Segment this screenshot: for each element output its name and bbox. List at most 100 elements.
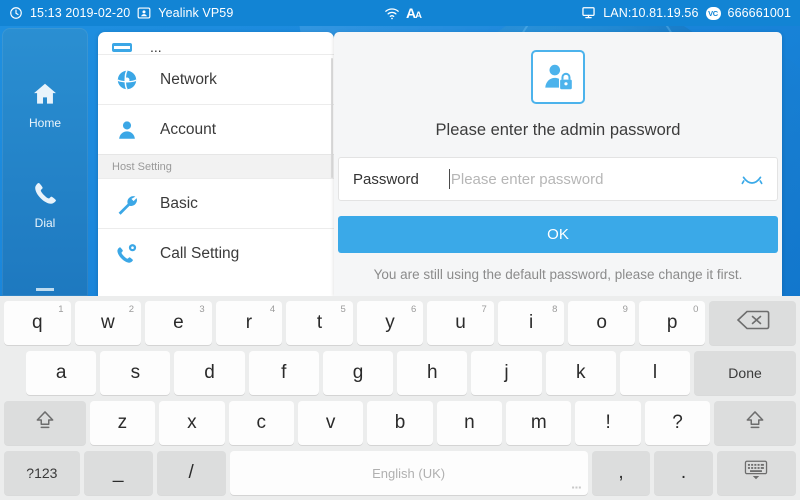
key-s[interactable]: s bbox=[100, 351, 171, 395]
key-label: z bbox=[117, 412, 128, 433]
keyboard-row-4: ?123 _ / English (UK) ▪▪▪ , . bbox=[0, 448, 800, 498]
key-label: v bbox=[325, 412, 336, 433]
menu-item-partial[interactable]: ... bbox=[98, 32, 334, 54]
key-shift-right[interactable] bbox=[714, 401, 796, 445]
sidebar-item-dial[interactable]: Dial bbox=[2, 180, 88, 230]
key-label: o bbox=[596, 312, 607, 333]
key-symbols[interactable]: ?123 bbox=[4, 451, 80, 495]
key-label: y bbox=[385, 312, 395, 333]
key-superscript: 5 bbox=[340, 304, 346, 315]
key-label: q bbox=[31, 312, 43, 333]
clock-icon bbox=[9, 6, 23, 20]
user-lock-icon bbox=[531, 50, 585, 104]
key-b[interactable]: b bbox=[367, 401, 433, 445]
shift-icon bbox=[744, 409, 766, 437]
key-l[interactable]: l bbox=[619, 351, 691, 395]
key-slash[interactable]: / bbox=[156, 451, 226, 495]
lan-address: LAN:10.81.19.56 bbox=[603, 5, 699, 20]
sidebar-item-label: Dial bbox=[34, 216, 56, 230]
key-e[interactable]: e3 bbox=[145, 301, 212, 345]
key-label: _ bbox=[112, 462, 124, 483]
menu-item-label: Call Setting bbox=[160, 244, 240, 262]
password-field-row[interactable]: Password Please enter password bbox=[338, 157, 778, 201]
menu-item-label: Basic bbox=[160, 194, 198, 212]
status-bar: 15:13 2019-02-20 Yealink VP59 AA LAN:10.… bbox=[0, 0, 800, 26]
display-icon bbox=[112, 43, 132, 52]
key-label: n bbox=[464, 412, 475, 433]
text-size-icon[interactable]: AA bbox=[406, 6, 422, 21]
key-label: c bbox=[256, 412, 266, 433]
settings-menu-panel: ... Network Account Host Setting Basic C… bbox=[98, 32, 334, 296]
key-question[interactable]: ? bbox=[644, 401, 711, 445]
status-time: 15:13 2019-02-20 bbox=[30, 5, 131, 20]
text-caret bbox=[448, 169, 450, 189]
key-label: w bbox=[100, 312, 115, 333]
key-z[interactable]: z bbox=[89, 401, 156, 445]
key-backspace[interactable] bbox=[709, 301, 796, 345]
key-label: d bbox=[204, 362, 215, 383]
key-label: a bbox=[55, 362, 67, 383]
key-superscript: 0 bbox=[693, 304, 699, 315]
key-exclamation[interactable]: ! bbox=[575, 401, 641, 445]
phone-gear-icon bbox=[112, 242, 142, 266]
menu-item-account[interactable]: Account bbox=[98, 104, 334, 154]
menu-scrollbar[interactable] bbox=[331, 58, 333, 178]
home-icon bbox=[30, 80, 60, 111]
key-comma[interactable]: , bbox=[591, 451, 651, 495]
key-a[interactable]: a bbox=[26, 351, 97, 395]
password-input[interactable]: Please enter password bbox=[448, 169, 763, 189]
key-r[interactable]: r4 bbox=[215, 301, 283, 345]
key-underscore[interactable]: _ bbox=[83, 451, 153, 495]
key-label: h bbox=[427, 362, 438, 383]
key-h[interactable]: h bbox=[397, 351, 468, 395]
wifi-icon[interactable] bbox=[384, 7, 400, 20]
password-placeholder: Please enter password bbox=[450, 170, 604, 188]
vc-badge: VC bbox=[705, 6, 721, 20]
key-i[interactable]: i8 bbox=[497, 301, 565, 345]
left-sidebar: Home Dial bbox=[2, 28, 88, 296]
key-x[interactable]: x bbox=[159, 401, 225, 445]
key-u[interactable]: u7 bbox=[427, 301, 494, 345]
key-label: . bbox=[680, 462, 687, 483]
key-label: / bbox=[188, 462, 194, 483]
device-name: Yealink VP59 bbox=[158, 5, 234, 20]
key-c[interactable]: c bbox=[228, 401, 294, 445]
contact-card-icon[interactable] bbox=[137, 6, 151, 20]
key-done[interactable]: Done bbox=[694, 351, 796, 395]
key-w[interactable]: w2 bbox=[74, 301, 142, 345]
dialog-title: Please enter the admin password bbox=[435, 121, 681, 139]
key-g[interactable]: g bbox=[322, 351, 394, 395]
key-m[interactable]: m bbox=[506, 401, 572, 445]
key-superscript: 1 bbox=[58, 304, 64, 315]
key-d[interactable]: d bbox=[174, 351, 245, 395]
key-space[interactable]: English (UK) ▪▪▪ bbox=[229, 451, 588, 495]
key-p[interactable]: p0 bbox=[638, 301, 706, 345]
key-y[interactable]: y6 bbox=[356, 301, 424, 345]
key-t[interactable]: t5 bbox=[286, 301, 353, 345]
sidebar-item-home[interactable]: Home bbox=[2, 80, 88, 130]
language-switch-hint: ▪▪▪ bbox=[571, 483, 582, 492]
menu-section-host-setting: Host Setting bbox=[98, 154, 334, 178]
key-v[interactable]: v bbox=[297, 401, 364, 445]
key-n[interactable]: n bbox=[436, 401, 503, 445]
menu-item-basic[interactable]: Basic bbox=[98, 178, 334, 228]
key-q[interactable]: q1 bbox=[4, 301, 71, 345]
key-label: u bbox=[455, 312, 466, 333]
menu-item-network[interactable]: Network bbox=[98, 54, 334, 104]
keyboard-row-2: a s d f g h j k l Done bbox=[0, 348, 800, 398]
key-j[interactable]: j bbox=[471, 351, 542, 395]
key-shift-left[interactable] bbox=[4, 401, 86, 445]
key-hide-keyboard[interactable] bbox=[716, 451, 796, 495]
key-period[interactable]: . bbox=[654, 451, 713, 495]
key-o[interactable]: o9 bbox=[568, 301, 635, 345]
key-label: p bbox=[666, 312, 678, 333]
keyboard-row-3: z x c v b n m ! ? bbox=[0, 398, 800, 448]
sidebar-item-partial[interactable] bbox=[2, 280, 88, 294]
menu-item-call-setting[interactable]: Call Setting bbox=[98, 228, 334, 278]
phone-number: 666661001 bbox=[727, 5, 791, 20]
eye-closed-icon[interactable] bbox=[741, 173, 763, 186]
key-superscript: 3 bbox=[199, 304, 205, 315]
ok-button[interactable]: OK bbox=[338, 216, 778, 253]
key-k[interactable]: k bbox=[545, 351, 616, 395]
key-f[interactable]: f bbox=[248, 351, 319, 395]
